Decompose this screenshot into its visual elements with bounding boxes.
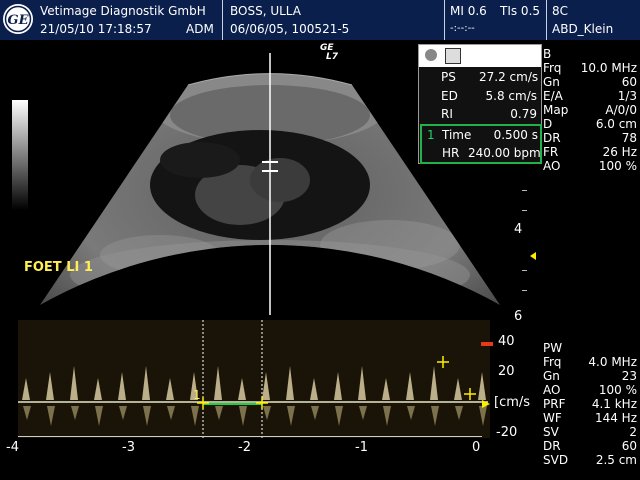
pw-param-value: 60 <box>621 439 637 453</box>
measure-value-ps: 27.2 cm/s <box>479 70 539 84</box>
bmode-param-label: D <box>543 117 553 131</box>
time-label: 0 <box>472 440 481 455</box>
header-divider <box>444 0 445 40</box>
header-bar: GE Vetimage Diagnostik GmbH 21/05/10 17:… <box>0 0 640 40</box>
hr-index: 1 <box>427 128 435 142</box>
pw-param-label: DR <box>543 439 561 453</box>
velocity-unit: [cm/s <box>494 395 531 410</box>
measure-label-ed: ED <box>441 89 458 103</box>
bmode-param-label: FR <box>543 145 559 159</box>
depth-tick <box>522 210 527 211</box>
bmode-param-label: Gn <box>543 75 560 89</box>
bmode-param-value: 100 % <box>598 159 637 173</box>
pw-param-value: 4.0 MHz <box>588 355 637 369</box>
patient-info: 06/06/05, 100521-5 <box>230 22 350 36</box>
focus-marker-icon <box>530 252 536 260</box>
measure-value-ed: 5.8 cm/s <box>485 89 537 103</box>
time-label: -2 <box>238 440 251 455</box>
probe-model-mark: L7 <box>326 52 338 62</box>
measure-label-ri: RI <box>441 107 453 121</box>
bmode-param-label: Map <box>543 103 569 117</box>
doppler-spectrum[interactable] <box>18 320 490 438</box>
depth-label: 6 <box>514 309 523 324</box>
hr-value: 240.00 bpm <box>468 146 541 160</box>
exam-datetime: 21/05/10 17:18:57 <box>40 22 152 36</box>
bmode-param-value: 1/3 <box>617 89 637 103</box>
velocity-label: 20 <box>498 364 515 379</box>
bmode-param-value: 78 <box>621 131 637 145</box>
depth-tick <box>522 290 527 291</box>
header-divider <box>546 0 547 40</box>
pw-params: Frq 4.0 MHz Gn 23 AO 100 % PRF 4.1 kHz WF 144 Hz S… <box>543 356 640 468</box>
image-label: FOET LI 1 <box>24 260 93 275</box>
heart-rate-box: 1 Time 0.500 s HR 240.00 bpm <box>420 124 542 164</box>
probe-mode: 8C <box>552 4 569 18</box>
bmode-params: Frq 10.0 MHz Gn 60 E/A 1/3 Map A/0/0 D 6.0 cm DR 78… <box>543 62 640 174</box>
baseline-marker-icon <box>482 400 490 408</box>
header-divider <box>222 0 223 40</box>
velocity-marker <box>481 342 493 346</box>
bmode-param-value: A/0/0 <box>605 103 637 117</box>
depth-label: 4 <box>514 222 523 237</box>
bmode-param-value: 10.0 MHz <box>580 61 637 75</box>
bmode-param-label: AO <box>543 159 561 173</box>
pw-param-value: 23 <box>621 369 637 383</box>
grayscale-bar <box>12 100 28 210</box>
svg-text:GE: GE <box>7 13 29 28</box>
pw-param-label: SVD <box>543 453 569 467</box>
time-axis-line <box>18 436 482 437</box>
exam-clock: -:--:-- <box>450 23 475 34</box>
hr-label: HR <box>442 146 460 160</box>
bmode-param-label: Frq <box>543 61 562 75</box>
pw-param-value: 4.1 kHz <box>591 397 637 411</box>
exam-preset: ABD_Klein <box>552 22 614 36</box>
time-label: -4 <box>6 440 19 455</box>
pw-param-value: 2 <box>629 425 637 439</box>
mechanical-index: MI 0.6 <box>450 4 487 18</box>
time-label: -3 <box>122 440 135 455</box>
patient-name: BOSS, ULLA <box>230 4 301 18</box>
depth-tick <box>522 190 527 191</box>
velocity-label: -20 <box>496 425 518 440</box>
pw-param-label: Frq <box>543 355 562 369</box>
time-label: -1 <box>355 440 368 455</box>
ge-logo-icon: GE <box>2 3 34 35</box>
bmode-param-label: DR <box>543 131 561 145</box>
operator-id: ADM <box>186 22 214 36</box>
pw-param-label: SV <box>543 425 559 439</box>
pw-param-value: 100 % <box>598 383 637 397</box>
pw-param-value: 2.5 cm <box>595 453 637 467</box>
measure-label-ps: PS <box>441 70 456 84</box>
time-label: Time <box>442 128 472 142</box>
pw-param-label: WF <box>543 411 562 425</box>
pw-param-label: AO <box>543 383 561 397</box>
pw-param-value: 144 Hz <box>594 411 637 425</box>
bmode-param-value: 6.0 cm <box>595 117 637 131</box>
pw-param-label: Gn <box>543 369 560 383</box>
pw-title: PW <box>543 341 563 355</box>
velocity-label: 40 <box>498 334 515 349</box>
record-icon[interactable] <box>425 49 437 61</box>
doppler-cursor-index: 1 <box>193 388 201 402</box>
bmode-param-value: 60 <box>621 75 637 89</box>
measure-value-ri: 0.79 <box>510 107 537 121</box>
time-value: 0.500 s <box>493 128 538 142</box>
company-name: Vetimage Diagnostik GmbH <box>40 4 206 18</box>
pw-param-label: PRF <box>543 397 566 411</box>
depth-tick <box>522 270 527 271</box>
bmode-title: B <box>543 47 552 61</box>
bmode-param-value: 26 Hz <box>602 145 637 159</box>
measurement-toolbar <box>419 45 541 67</box>
cursor-select-icon[interactable] <box>445 48 461 64</box>
thermal-index: TIs 0.5 <box>500 4 541 18</box>
measurement-panel: PS 27.2 cm/s ED 5.8 cm/s RI 0.79 1 Time … <box>418 44 542 164</box>
bmode-param-label: E/A <box>543 89 563 103</box>
